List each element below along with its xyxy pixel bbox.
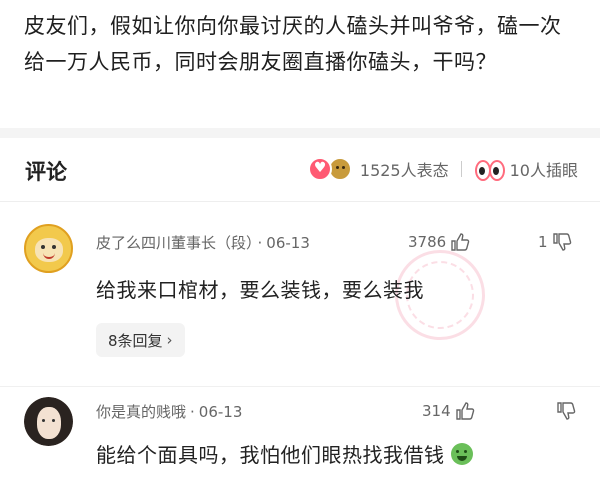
comment-meta: 你是真的贱哦 · 06-13: [96, 403, 243, 421]
comment-text: 能给个面具吗，我怕他们眼热找我借钱: [96, 443, 445, 467]
eyes-icon: [474, 158, 505, 181]
monkey-avatar-icon: [35, 238, 63, 262]
interjections-count[interactable]: 10人插眼: [510, 157, 578, 181]
like-button[interactable]: 314: [422, 401, 475, 421]
comment-text-row: 能给个面具吗，我怕他们眼热找我借钱: [96, 439, 473, 468]
comment-item: 你是真的贱哦 · 06-13 314 能给个面具吗，我怕他们眼热找我借钱: [0, 386, 600, 479]
dislike-button[interactable]: [552, 401, 576, 421]
thumbs-up-icon: [455, 401, 475, 421]
reactions-divider: [460, 161, 462, 177]
comments-title: 评论: [25, 160, 67, 184]
comment-text: 给我来口棺材，要么装钱，要么装我: [96, 278, 424, 302]
comment-item: 皮了么四川董事长（段） · 06-13 3786 1 给我来口棺材，要么装钱，要么装…: [0, 218, 600, 368]
thumbs-up-icon: [450, 232, 470, 252]
heart-reaction-icon: [307, 157, 332, 181]
comment-meta: 皮了么四川董事长（段） · 06-13: [96, 234, 310, 252]
reactions-count[interactable]: 1525人表态: [360, 157, 449, 181]
post-text: 皮友们，假如让你向你最讨厌的人磕头并叫爷爷，磕一次给一万人民币，同时会朋友圈直播…: [24, 14, 562, 74]
comment-author[interactable]: 你是真的贱哦: [96, 403, 186, 421]
reactions-bar[interactable]: 1525人表态 10人插眼: [307, 157, 578, 181]
post-content: 皮友们，假如让你向你最讨厌的人磕头并叫爷爷，磕一次给一万人民币，同时会朋友圈直播…: [0, 0, 600, 137]
nauseated-face-emoji-icon: [450, 443, 473, 465]
thumbs-down-icon: [552, 232, 572, 252]
user-avatar[interactable]: [24, 224, 73, 273]
chevron-right-icon: ›: [166, 331, 173, 349]
thumbs-down-icon: [556, 401, 576, 421]
section-divider: [0, 128, 600, 138]
comment-date: 06-13: [266, 234, 310, 252]
replies-label: 8条回复: [108, 331, 163, 350]
comment-author[interactable]: 皮了么四川董事长（段）: [96, 234, 254, 252]
dislike-button[interactable]: 1: [538, 232, 572, 252]
comment-date: 06-13: [198, 403, 243, 421]
comments-header: 评论 1525人表态 10人插眼: [0, 138, 600, 202]
view-replies-button[interactable]: 8条回复 ›: [96, 323, 185, 357]
like-count: 3786: [408, 233, 447, 251]
user-avatar[interactable]: [24, 397, 73, 446]
like-count: 314: [422, 402, 451, 420]
dislike-count: 1: [538, 233, 548, 251]
